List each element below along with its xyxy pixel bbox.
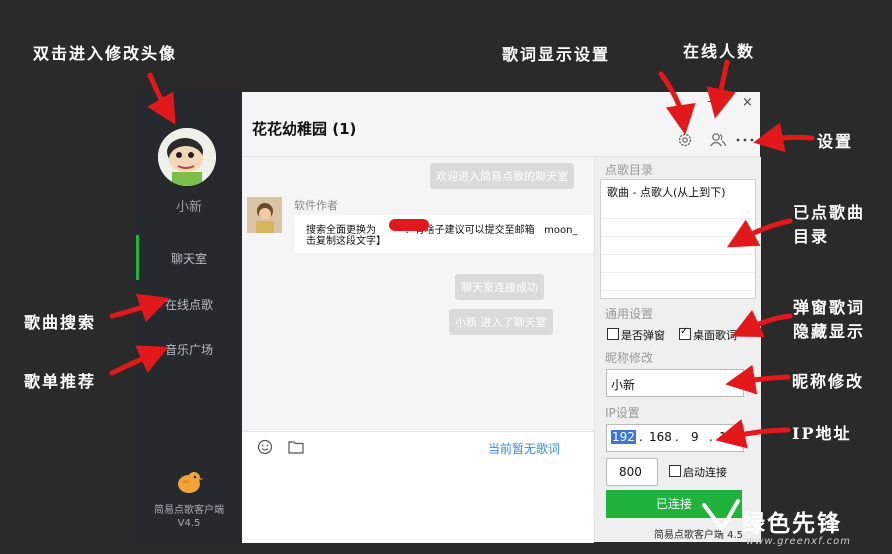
arrow-to-gear <box>658 71 696 135</box>
arrow-to-playlist <box>726 218 793 248</box>
arrow-to-users <box>706 59 736 119</box>
watermark-logo-icon <box>702 499 740 533</box>
watermark-url: www.greenxf.com <box>746 536 851 547</box>
arrow-to-avatar <box>147 72 176 125</box>
annotation-arrows <box>109 59 815 449</box>
arrow-to-song-search <box>109 293 170 323</box>
watermark-text: 绿色先锋 <box>742 510 842 537</box>
arrow-to-ip <box>715 419 791 449</box>
arrow-to-desktop-lyrics <box>731 309 793 338</box>
arrow-to-more <box>753 122 815 153</box>
arrow-to-nickname <box>725 364 791 395</box>
arrow-to-music-square <box>109 345 169 376</box>
